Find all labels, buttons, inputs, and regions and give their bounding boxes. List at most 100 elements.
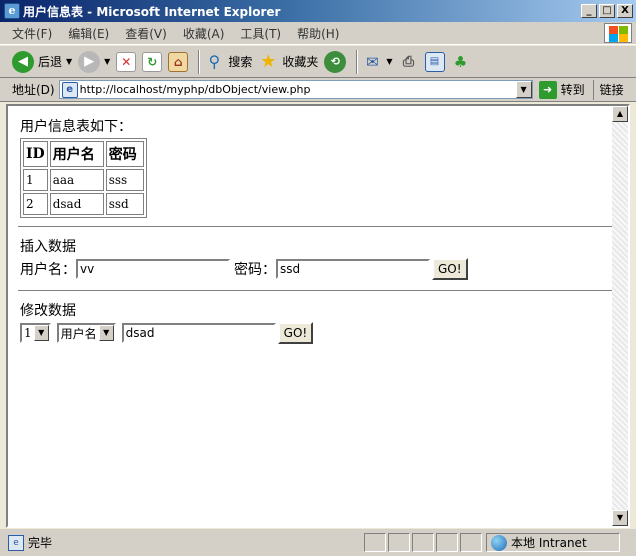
- window-title: 用户信息表 - Microsoft Internet Explorer: [23, 4, 281, 19]
- address-input[interactable]: e http://localhost/myphp/dbObject/view.p…: [58, 80, 533, 99]
- search-icon: ⚲: [208, 52, 221, 71]
- username-label: 用户名：: [20, 262, 76, 278]
- search-label: 搜索: [228, 55, 253, 69]
- home-icon: ⌂: [168, 51, 189, 72]
- address-bar: 地址(D) e http://localhost/myphp/dbObject/…: [0, 78, 636, 102]
- cell-password: ssd: [105, 193, 144, 215]
- cell-id: 2: [23, 193, 48, 215]
- id-select-value: 1: [24, 326, 32, 340]
- printer-icon: ⎙: [402, 53, 415, 70]
- favorites-label: 收藏夹: [282, 55, 319, 69]
- cell-username: dsad: [49, 193, 104, 215]
- mail-icon: ✉: [366, 52, 379, 71]
- table-row: 2 dsad ssd: [23, 193, 144, 215]
- menu-file[interactable]: 文件(F): [12, 25, 52, 42]
- menu-bar: 文件(F) 编辑(E) 查看(V) 收藏(A) 工具(T) 帮助(H): [0, 22, 636, 45]
- address-url[interactable]: http://localhost/myphp/dbObject/view.php: [80, 83, 311, 96]
- menu-view[interactable]: 查看(V): [125, 25, 167, 42]
- chevron-down-icon[interactable]: ▼: [98, 325, 114, 341]
- scroll-down-button[interactable]: ▼: [612, 510, 628, 526]
- modify-value-input[interactable]: dsad: [121, 323, 276, 343]
- toolbar-separator: [356, 49, 359, 74]
- status-pane: [436, 533, 458, 552]
- minimize-button[interactable]: _: [581, 4, 597, 18]
- mail-dropdown-icon[interactable]: ▼: [386, 57, 392, 66]
- edit-button[interactable]: ▤: [424, 51, 445, 72]
- go-arrow-icon: ➜: [538, 80, 557, 99]
- status-pane: [412, 533, 434, 552]
- history-button[interactable]: ⟲: [324, 50, 347, 73]
- status-bar: e 完毕 本地 Intranet: [0, 529, 636, 556]
- windows-logo-icon: [604, 23, 632, 43]
- back-button[interactable]: ◀ 后退 ▼: [12, 50, 72, 73]
- favorites-button[interactable]: ★ 收藏夹: [258, 51, 319, 72]
- back-arrow-icon: ◀: [12, 50, 34, 73]
- forward-arrow-icon: ▶: [78, 50, 101, 73]
- search-button[interactable]: ⚲ 搜索: [204, 52, 252, 72]
- user-table: ID 用户名 密码 1 aaa sss 2 dsad ssd: [20, 138, 147, 218]
- modify-form: 1 ▼ 用户名 ▼ dsad GO!: [20, 322, 614, 344]
- divider: [18, 226, 612, 228]
- password-input[interactable]: ssd: [276, 259, 430, 279]
- page-viewport: 用户信息表如下： ID 用户名 密码 1 aaa sss 2 dsad ssd …: [6, 104, 630, 528]
- maximize-button[interactable]: □: [599, 4, 615, 18]
- menu-help[interactable]: 帮助(H): [297, 25, 339, 42]
- modify-submit-button[interactable]: GO!: [277, 322, 314, 344]
- links-button[interactable]: 链接: [592, 79, 624, 100]
- header-username: 用户名: [49, 141, 104, 167]
- back-dropdown-icon[interactable]: ▼: [66, 57, 72, 66]
- header-password: 密码: [105, 141, 144, 167]
- divider: [18, 290, 612, 292]
- field-select[interactable]: 用户名 ▼: [56, 323, 116, 343]
- stop-button[interactable]: ✕: [116, 51, 137, 72]
- table-title: 用户信息表如下：: [20, 119, 132, 135]
- go-label: 转到: [560, 83, 585, 97]
- ie-page-icon[interactable]: e: [4, 3, 20, 19]
- vertical-scrollbar[interactable]: ▲ ▼: [612, 106, 628, 526]
- refresh-button[interactable]: ↻: [142, 51, 163, 72]
- menu-favorites[interactable]: 收藏(A): [183, 25, 225, 42]
- home-button[interactable]: ⌂: [168, 51, 189, 72]
- status-pane: [364, 533, 386, 552]
- go-button[interactable]: ➜ 转到: [538, 80, 585, 99]
- messenger-button[interactable]: ♣: [451, 52, 471, 72]
- toolbar: ◀ 后退 ▼ ▶ ▼ ✕ ↻ ⌂ ⚲ 搜索 ★ 收藏夹 ⟲ ✉ ▼ ⎙ ▤ ♣: [0, 46, 636, 78]
- stop-icon: ✕: [116, 51, 137, 72]
- close-button[interactable]: X: [617, 4, 633, 18]
- cell-password: sss: [105, 169, 144, 191]
- field-select-value: 用户名: [60, 326, 97, 341]
- forward-dropdown-icon[interactable]: ▼: [104, 57, 110, 66]
- scroll-up-button[interactable]: ▲: [612, 106, 628, 122]
- ie-page-icon: e: [61, 81, 78, 98]
- title-bar[interactable]: e 用户信息表 - Microsoft Internet Explorer _ …: [0, 0, 636, 22]
- password-label: 密码：: [234, 262, 276, 278]
- menu-edit[interactable]: 编辑(E): [68, 25, 109, 42]
- id-select[interactable]: 1 ▼: [20, 323, 51, 343]
- status-pane: [388, 533, 410, 552]
- print-button[interactable]: ⎙: [399, 52, 419, 72]
- cell-username: aaa: [49, 169, 104, 191]
- insert-submit-button[interactable]: GO!: [432, 258, 468, 280]
- status-pane: [460, 533, 482, 552]
- table-row: 1 aaa sss: [23, 169, 144, 191]
- insert-form: 用户名： vv 密码： ssd GO!: [20, 258, 614, 280]
- chevron-down-icon[interactable]: ▼: [33, 325, 49, 341]
- mail-button[interactable]: ✉ ▼: [362, 52, 392, 72]
- insert-title: 插入数据: [20, 239, 76, 255]
- messenger-icon: ♣: [453, 52, 468, 71]
- address-dropdown-icon[interactable]: ▼: [515, 81, 532, 98]
- status-text: 完毕: [28, 536, 53, 550]
- forward-button[interactable]: ▶ ▼: [78, 50, 110, 73]
- intranet-globe-icon: [491, 534, 507, 551]
- security-zone[interactable]: 本地 Intranet: [486, 533, 620, 552]
- page-done-icon: e: [8, 534, 24, 551]
- star-icon: ★: [260, 51, 277, 72]
- address-label: 地址(D): [12, 83, 55, 97]
- toolbar-separator: [198, 49, 201, 74]
- modify-title: 修改数据: [20, 303, 76, 319]
- edit-page-icon: ▤: [424, 51, 445, 72]
- cell-id: 1: [23, 169, 48, 191]
- refresh-icon: ↻: [142, 51, 163, 72]
- username-input[interactable]: vv: [76, 259, 230, 279]
- menu-tools[interactable]: 工具(T): [240, 25, 281, 42]
